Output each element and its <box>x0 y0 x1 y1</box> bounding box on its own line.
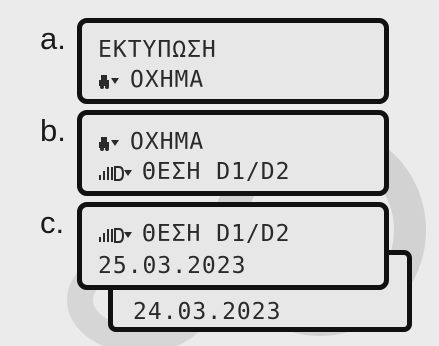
vehicle-text: ΟΧΗΜΑ <box>130 129 205 155</box>
step-a-label: a. <box>40 21 66 56</box>
display-line-2: 25.03.2023 <box>98 255 246 278</box>
display-line-1: ΟΧΗΜΑ <box>98 131 204 154</box>
previous-date-text: 24.03.2023 <box>133 299 282 325</box>
display-line-1: ΕΚΤΥΠΩΣΗ <box>98 39 217 62</box>
print-menu-text: ΕΚΤΥΠΩΣΗ <box>98 37 217 63</box>
step-c-label: c. <box>40 205 65 240</box>
selected-date-text: 25.03.2023 <box>98 253 247 279</box>
display-panel-a: ΕΚΤΥΠΩΣΗ ΟΧΗΜΑ <box>77 18 389 104</box>
printer-truck-icon <box>98 69 120 90</box>
display-panel-c: ΘΕΣΗ D1/D2 25.03.2023 <box>77 202 389 290</box>
display-back-line: 24.03.2023 <box>133 301 281 324</box>
printer-truck-icon <box>98 131 120 152</box>
display-panel-b: ΟΧΗΜΑ ΘΕΣΗ D1/D2 <box>77 110 389 196</box>
position-d1-d2-text: ΘΕΣΗ D1/D2 <box>142 159 291 185</box>
display-line-1: ΘΕΣΗ D1/D2 <box>98 223 290 246</box>
step-b-label: b. <box>40 113 66 148</box>
display-line-2: ΟΧΗΜΑ <box>98 69 204 92</box>
speed-profile-printer-icon <box>98 223 132 244</box>
position-d1-d2-text: ΘΕΣΗ D1/D2 <box>142 221 291 247</box>
speed-profile-printer-icon <box>98 161 132 182</box>
vehicle-text: ΟΧΗΜΑ <box>130 67 205 93</box>
display-line-2: ΘΕΣΗ D1/D2 <box>98 161 290 184</box>
